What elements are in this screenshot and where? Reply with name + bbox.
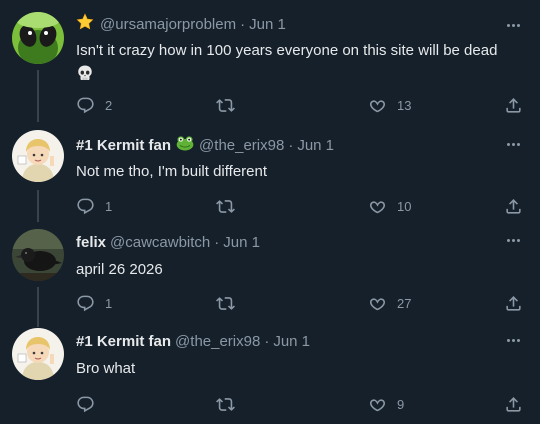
tweet-header: @ursamajorproblem · Jun 1 [76, 13, 286, 37]
tweet-thread: @ursamajorproblem · Jun 1 Isn't it crazy… [0, 0, 540, 424]
share-icon [504, 96, 523, 115]
like-count: 13 [397, 97, 412, 113]
like-count: 27 [397, 295, 412, 311]
like-icon [368, 197, 387, 216]
more-options-icon[interactable] [502, 134, 524, 154]
share-icon [504, 395, 523, 414]
skull-icon [76, 64, 516, 84]
avatar[interactable] [12, 229, 64, 281]
like-count: 10 [397, 198, 412, 214]
tweet[interactable]: @ursamajorproblem · Jun 1 Isn't it crazy… [0, 0, 540, 120]
tweet-actions: 2 13 [76, 95, 526, 115]
tweet-actions: 1 27 [76, 293, 526, 313]
tweet-date[interactable]: Jun 1 [297, 136, 334, 156]
separator: · [240, 16, 246, 33]
reply-icon [76, 395, 95, 414]
reply-button[interactable]: 2 [76, 95, 112, 115]
share-icon [504, 294, 523, 313]
like-icon [368, 294, 387, 313]
reply-count: 2 [105, 97, 113, 113]
tweet[interactable]: felix @cawcawbitch · Jun 1 april 26 2026… [0, 220, 540, 320]
tweet[interactable]: #1 Kermit fan @the_erix98 · Jun 1 Bro wh… [0, 320, 540, 424]
separator: · [288, 137, 294, 154]
retweet-button[interactable] [216, 394, 245, 414]
reply-count: 1 [105, 198, 113, 214]
reply-button[interactable]: 1 [76, 293, 112, 313]
like-count: 9 [397, 396, 405, 412]
user-handle[interactable]: @the_erix98 [199, 136, 284, 156]
tweet-actions: 1 10 [76, 196, 526, 216]
reply-button[interactable]: 1 [76, 196, 112, 216]
separator: · [214, 234, 220, 251]
like-button[interactable]: 27 [368, 293, 411, 313]
like-icon [368, 96, 387, 115]
tweet-header: felix @cawcawbitch · Jun 1 [76, 233, 260, 253]
share-button[interactable] [504, 293, 523, 313]
tweet-header: #1 Kermit fan @the_erix98 · Jun 1 [76, 136, 334, 156]
display-name[interactable]: #1 Kermit fan [76, 332, 171, 352]
star-icon [76, 13, 94, 37]
avatar[interactable] [12, 130, 64, 182]
like-icon [368, 395, 387, 414]
user-handle[interactable]: @cawcawbitch [110, 233, 210, 253]
tweet-date[interactable]: Jun 1 [273, 332, 310, 352]
avatar[interactable] [12, 328, 64, 380]
share-button[interactable] [504, 394, 523, 414]
retweet-icon [216, 395, 235, 414]
tweet-text: Bro what [76, 360, 136, 377]
avatar[interactable] [12, 12, 64, 64]
display-name[interactable]: #1 Kermit fan [76, 136, 171, 156]
retweet-button[interactable] [216, 293, 245, 313]
more-options-icon[interactable] [502, 15, 524, 35]
retweet-icon [216, 197, 235, 216]
user-handle[interactable]: @the_erix98 [175, 332, 260, 352]
user-handle[interactable]: @ursamajorproblem [100, 15, 236, 35]
tweet-text: Isn't it crazy how in 100 years everyone… [76, 41, 516, 84]
tweet-actions: 9 [76, 394, 526, 414]
display-name[interactable]: felix [76, 233, 106, 253]
more-options-icon[interactable] [502, 330, 524, 350]
reply-icon [76, 96, 95, 115]
like-button[interactable]: 13 [368, 95, 411, 115]
reply-count: 1 [105, 295, 113, 311]
reply-button[interactable] [76, 394, 105, 414]
tweet-date[interactable]: Jun 1 [223, 233, 260, 253]
like-button[interactable]: 10 [368, 196, 411, 216]
tweet-text: april 26 2026 [76, 261, 163, 278]
tweet-text: Not me tho, I'm built different [76, 163, 268, 180]
share-button[interactable] [504, 95, 523, 115]
retweet-icon [216, 294, 235, 313]
retweet-icon [216, 96, 235, 115]
tweet-text-line: Isn't it crazy how in 100 years everyone… [76, 42, 498, 59]
more-options-icon[interactable] [502, 230, 524, 250]
separator: · [264, 333, 270, 350]
share-button[interactable] [504, 196, 523, 216]
reply-icon [76, 197, 95, 216]
like-button[interactable]: 9 [368, 394, 404, 414]
retweet-button[interactable] [216, 95, 245, 115]
frog-icon [175, 134, 195, 158]
retweet-button[interactable] [216, 196, 245, 216]
tweet-header: #1 Kermit fan @the_erix98 · Jun 1 [76, 332, 310, 352]
reply-icon [76, 294, 95, 313]
share-icon [504, 197, 523, 216]
tweet-date[interactable]: Jun 1 [249, 15, 286, 35]
tweet[interactable]: #1 Kermit fan @the_erix98 · Jun 1 Not me… [0, 122, 540, 218]
